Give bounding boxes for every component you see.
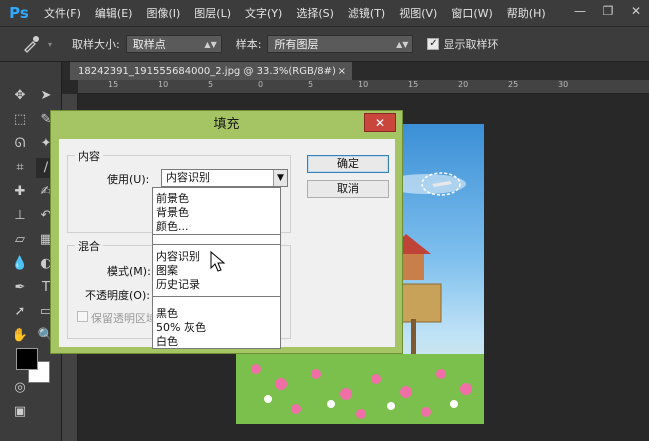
dropdown-option-color[interactable]: 颜色... xyxy=(156,218,189,234)
menu-image[interactable]: 图像(I) xyxy=(146,5,180,21)
sample-value: 所有图层 xyxy=(274,38,319,51)
dropdown-option-history[interactable]: 历史记录 xyxy=(156,276,200,292)
eraser-tool-icon[interactable]: ▱ xyxy=(10,230,30,250)
ruler-tick-label: 10 xyxy=(358,80,369,89)
sample-select[interactable]: 所有图层 ▲▼ xyxy=(267,35,414,53)
dropdown-separator xyxy=(153,244,280,245)
marquee-tool-icon[interactable]: ⬚ xyxy=(10,110,30,130)
menu-type[interactable]: 文字(Y) xyxy=(245,5,282,21)
cancel-button[interactable]: 取消 xyxy=(307,180,389,198)
close-tab-icon[interactable]: × xyxy=(338,66,346,77)
pen-tool-icon[interactable]: ✒ xyxy=(10,278,30,298)
close-icon[interactable]: ✕ xyxy=(364,113,396,132)
use-value: 内容识别 xyxy=(166,171,210,184)
horizontal-ruler: 15 10 5 0 5 10 15 20 25 30 xyxy=(78,80,649,94)
foreground-color-swatch[interactable] xyxy=(16,348,38,370)
hand-tool-icon[interactable]: ✋ xyxy=(10,326,30,346)
show-ring-checkbox[interactable]: ✓ xyxy=(427,38,440,50)
sample-size-value: 取样点 xyxy=(132,38,166,51)
blend-group-title: 混合 xyxy=(75,238,103,254)
ruler-tick-label: 25 xyxy=(508,80,519,89)
mode-label: 模式(M): xyxy=(107,265,151,278)
preserve-transparency-label: 保留透明区域 xyxy=(91,312,157,325)
menu-bar: Ps 文件(F) 编辑(E) 图像(I) 图层(L) 文字(Y) 选择(S) 滤… xyxy=(0,0,649,26)
ruler-tick-label: 15 xyxy=(408,80,419,89)
menu-view[interactable]: 视图(V) xyxy=(399,5,437,21)
menu-file[interactable]: 文件(F) xyxy=(44,5,81,21)
crop-tool-icon[interactable]: ⌗ xyxy=(10,158,30,178)
menu-help[interactable]: 帮助(H) xyxy=(507,5,546,21)
options-bar: ▾ 取样大小: 取样点 ▲▼ 样本: 所有图层 ▲▼ ✓ 显示取样环 xyxy=(0,26,649,62)
lasso-tool-icon[interactable]: ᘏ xyxy=(10,134,30,154)
sample-size-label: 取样大小: xyxy=(72,38,120,51)
screen-mode-icon[interactable]: ▣ xyxy=(10,402,30,422)
menu-filter[interactable]: 滤镜(T) xyxy=(348,5,385,21)
document-tab[interactable]: 18242391_191555684000_2.jpg @ 33.3%(RGB/… xyxy=(70,62,352,80)
blur-tool-icon[interactable]: 💧 xyxy=(10,254,30,274)
chevron-down-icon: ▼ xyxy=(273,170,287,186)
move-tool-icon[interactable]: ✥ xyxy=(10,86,30,106)
sample-label: 样本: xyxy=(235,38,262,51)
use-label: 使用(U): xyxy=(107,173,150,186)
restore-button[interactable]: ❐ xyxy=(599,3,617,19)
preserve-transparency-checkbox[interactable] xyxy=(77,311,88,322)
move-arrow-icon[interactable]: ➤ xyxy=(36,86,56,106)
dropdown-separator xyxy=(153,296,280,297)
menu-window[interactable]: 窗口(W) xyxy=(451,5,492,21)
path-select-icon[interactable]: ➚ xyxy=(10,302,30,322)
close-window-button[interactable]: ✕ xyxy=(627,3,645,19)
menu-select[interactable]: 选择(S) xyxy=(296,5,334,21)
mouse-cursor-icon xyxy=(210,251,226,272)
ruler-tick-label: 30 xyxy=(558,80,569,89)
chevron-down-icon: ▲▼ xyxy=(204,39,217,49)
minimize-button[interactable]: — xyxy=(571,3,589,19)
menu-layer[interactable]: 图层(L) xyxy=(194,5,231,21)
dropdown-separator xyxy=(153,234,280,235)
quick-mask-icon[interactable]: ◎ xyxy=(10,378,30,398)
ruler-tick-label: 0 xyxy=(258,80,264,89)
dialog-title: 填充 xyxy=(213,117,240,132)
content-group-title: 内容 xyxy=(75,148,103,164)
ruler-tick-label: 5 xyxy=(208,80,214,89)
healing-brush-icon[interactable]: ✚ xyxy=(10,182,30,202)
tool-preset-arrow-icon[interactable]: ▾ xyxy=(48,40,52,49)
ruler-tick-label: 20 xyxy=(458,80,469,89)
ruler-tick-label: 15 xyxy=(108,80,119,89)
ok-button[interactable]: 确定 xyxy=(307,155,389,173)
clone-stamp-icon[interactable]: ⊥ xyxy=(10,206,30,226)
show-ring-label: 显示取样环 xyxy=(443,38,499,51)
ruler-tick-label: 5 xyxy=(308,80,314,89)
eyedropper-icon[interactable] xyxy=(20,33,42,55)
dropdown-option-white[interactable]: 白色 xyxy=(156,333,178,349)
menu-edit[interactable]: 编辑(E) xyxy=(95,5,133,21)
use-select[interactable]: 内容识别 ▼ xyxy=(161,169,288,187)
chevron-down-icon: ▲▼ xyxy=(396,39,409,49)
photoshop-logo: Ps xyxy=(9,4,29,22)
document-tab-title: 18242391_191555684000_2.jpg @ 33.3%(RGB/… xyxy=(78,65,336,77)
opacity-label: 不透明度(O): xyxy=(85,289,150,302)
sample-size-select[interactable]: 取样点 ▲▼ xyxy=(125,35,222,53)
window-controls: — ❐ ✕ xyxy=(571,3,645,19)
ruler-tick-label: 10 xyxy=(158,80,169,89)
